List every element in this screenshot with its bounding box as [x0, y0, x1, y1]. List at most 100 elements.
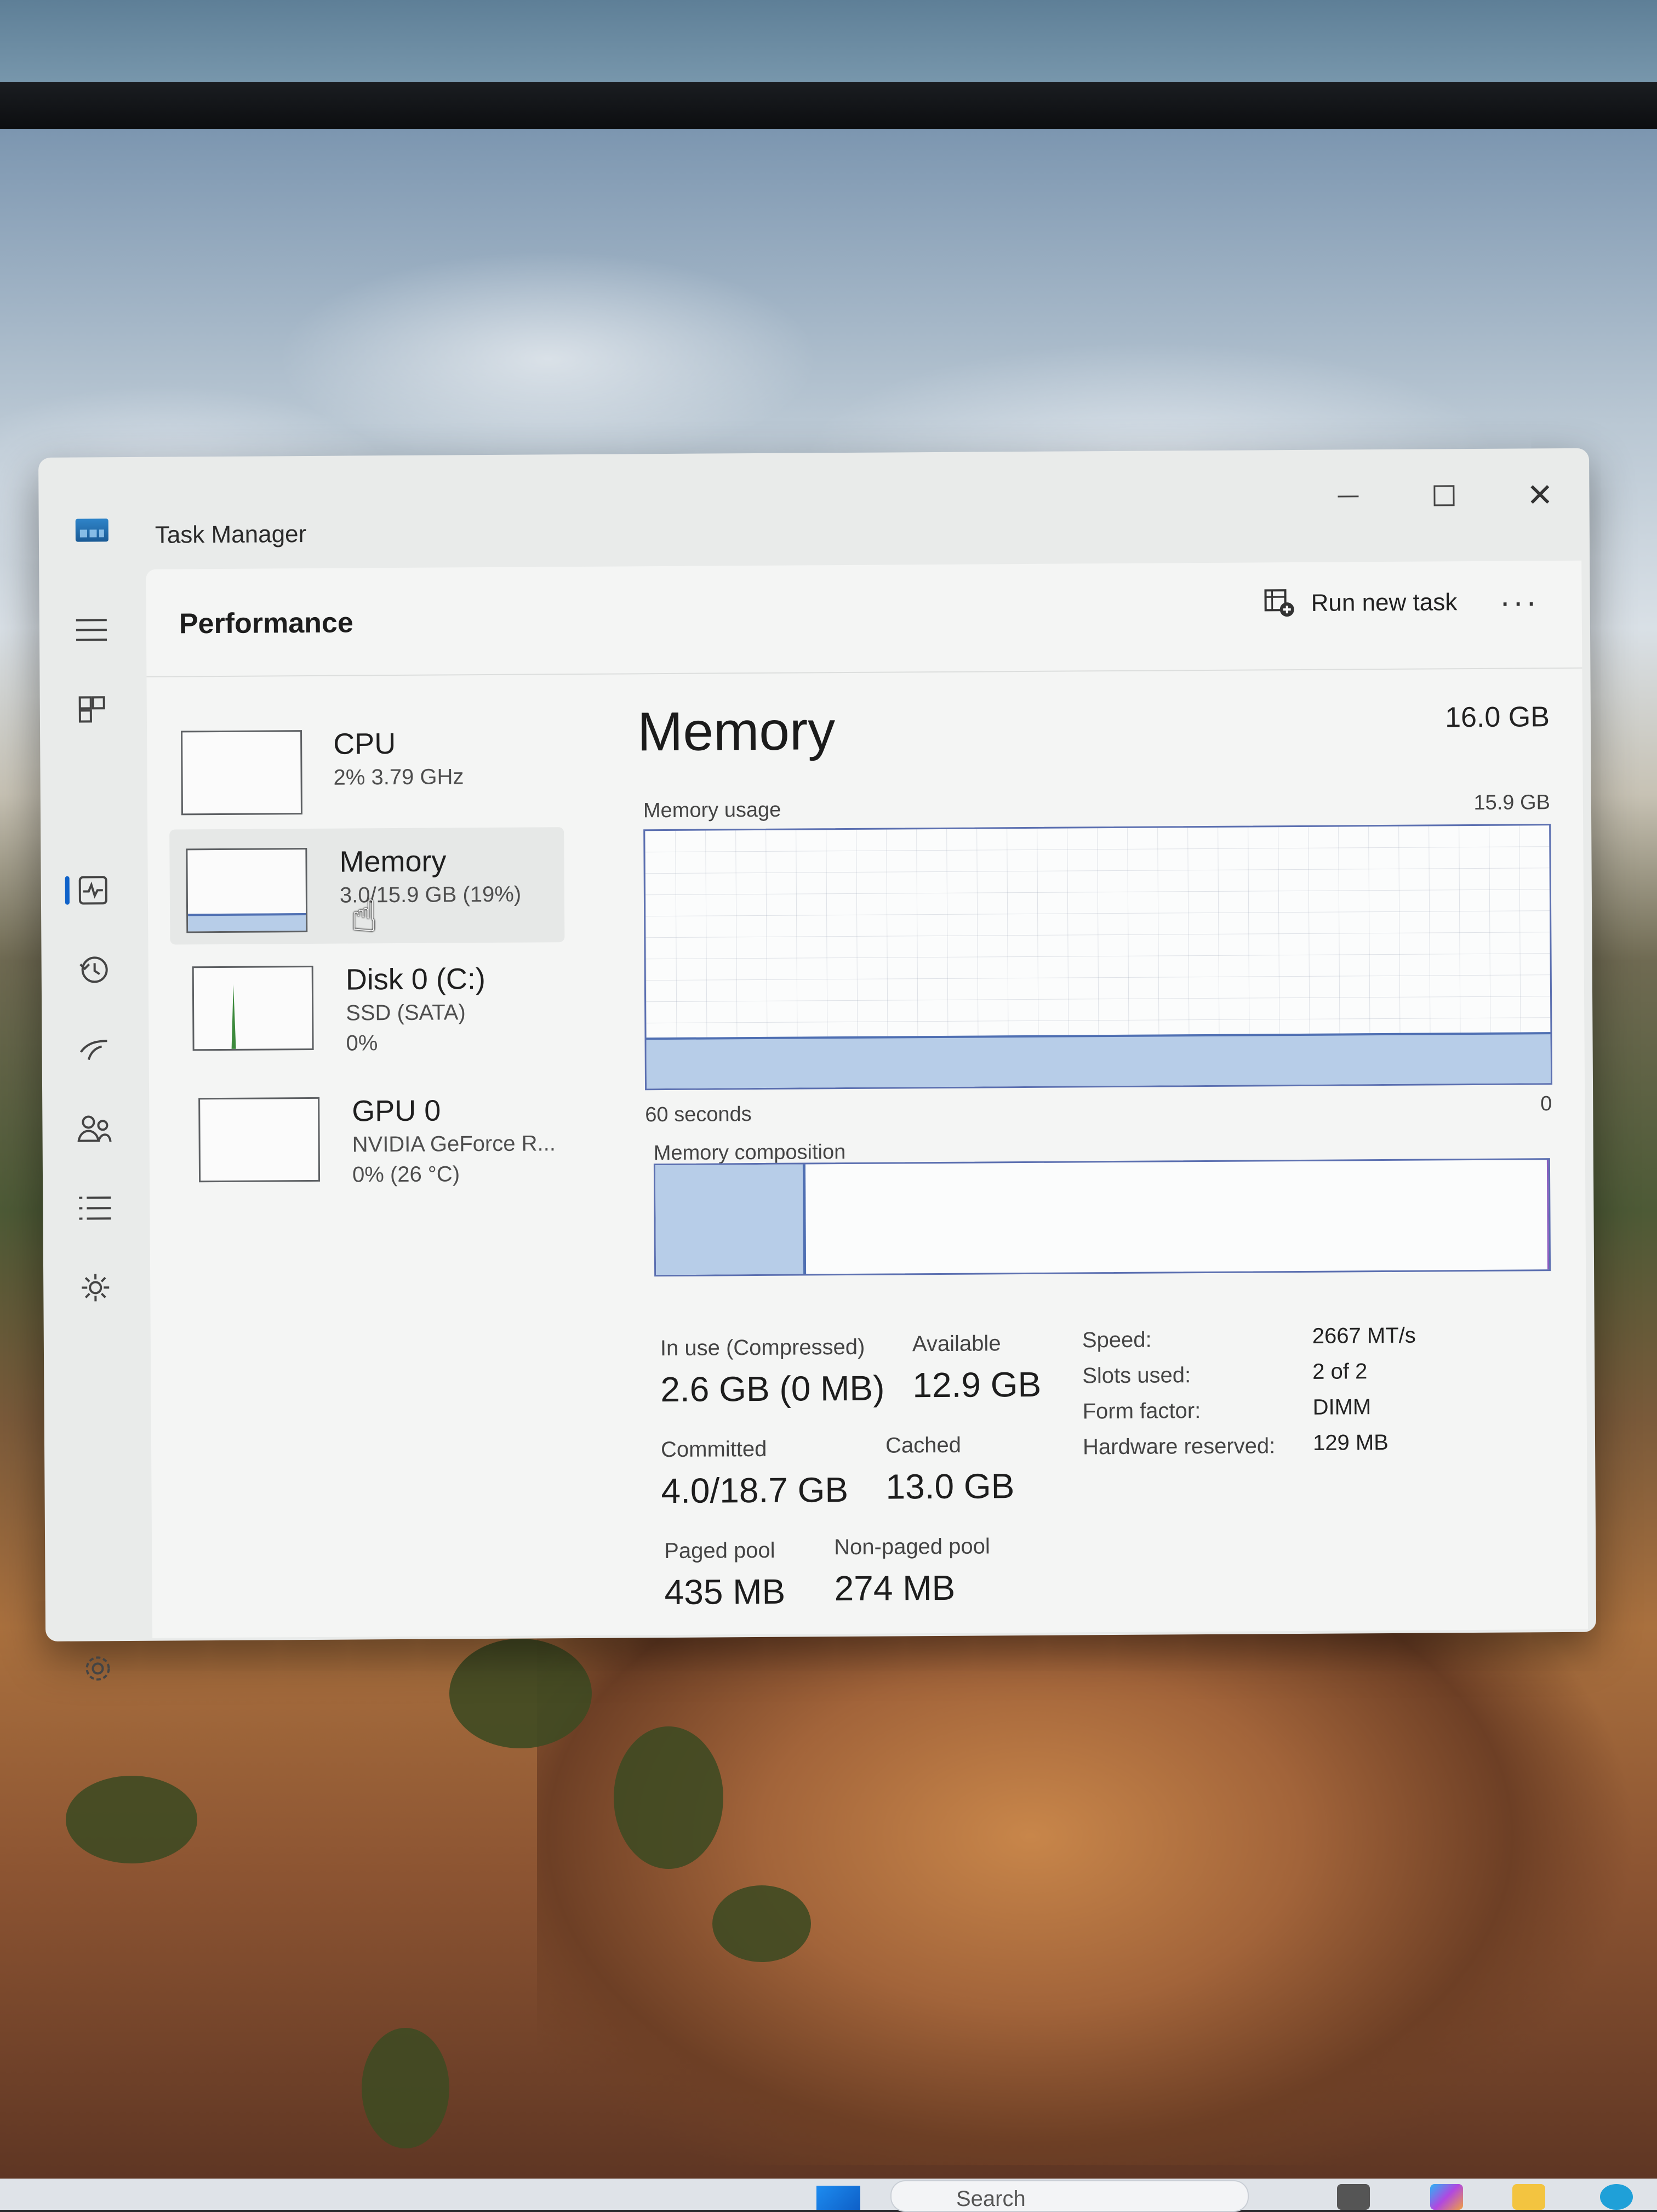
committed-label: Committed: [660, 1436, 767, 1462]
close-icon: ✕: [1526, 477, 1553, 514]
app-history-icon: [79, 956, 108, 983]
hand-cursor-icon: ☝: [351, 892, 378, 940]
file-explorer-icon[interactable]: [1512, 2184, 1545, 2210]
nav-rail: [61, 550, 143, 1681]
committed-value: 4.0/18.7 GB: [661, 1470, 849, 1511]
wallpaper-shrub: [449, 1639, 592, 1748]
in-use-value: 2.6 GB (0 MB): [660, 1368, 885, 1410]
hardware-reserved-value: 129 MB: [1312, 1430, 1389, 1455]
minimize-button[interactable]: [1315, 471, 1381, 521]
resource-cpu[interactable]: CPU 2% 3.79 GHz: [169, 709, 564, 826]
taskbar-search-label: Search: [956, 2187, 1026, 2211]
nav-startup-apps[interactable]: [64, 1024, 124, 1074]
resource-gpu[interactable]: GPU 0 NVIDIA GeForce R... 0% (26 °C): [171, 1076, 566, 1194]
resource-detail: 0% (26 °C): [352, 1162, 460, 1187]
page-title: Performance: [179, 607, 353, 640]
slots-used-value: 2 of 2: [1312, 1359, 1368, 1384]
taskbar-app-icon[interactable]: [1337, 2184, 1370, 2210]
resource-name: Memory: [339, 845, 447, 879]
nav-users[interactable]: [64, 1104, 125, 1154]
non-paged-pool-value: 274 MB: [834, 1567, 956, 1609]
more-options-button[interactable]: ···: [1499, 583, 1539, 620]
resource-detail: SSD (SATA): [346, 1000, 466, 1025]
nav-services[interactable]: [65, 1263, 126, 1313]
window-title: Task Manager: [155, 521, 307, 549]
header-divider: [146, 667, 1582, 677]
wallpaper-cliff: [537, 1617, 1657, 2165]
resource-detail: 2% 3.79 GHz: [333, 765, 464, 790]
hardware-reserved-label: Hardware reserved:: [1082, 1434, 1276, 1460]
users-icon: [77, 1115, 112, 1142]
close-button[interactable]: ✕: [1507, 470, 1573, 520]
wall-above-monitor: [0, 0, 1657, 88]
cpu-thumbnail-graph: [181, 730, 302, 816]
cached-value: 13.0 GB: [885, 1466, 1015, 1507]
gpu-thumbnail-graph: [198, 1097, 321, 1183]
processes-icon: [78, 696, 105, 723]
memory-composition-label: Memory composition: [653, 1141, 846, 1165]
run-new-task-button[interactable]: Run new task: [1264, 583, 1457, 623]
start-icon[interactable]: [816, 2186, 860, 2210]
run-new-task-label: Run new task: [1311, 589, 1458, 617]
graph-axis-right: 0: [1540, 1092, 1552, 1116]
performance-icon: [78, 876, 107, 905]
slots-used-label: Slots used:: [1082, 1363, 1191, 1388]
nav-processes[interactable]: [62, 685, 123, 734]
monitor-bezel: [0, 82, 1657, 134]
wallpaper-shrub: [66, 1776, 197, 1863]
copilot-icon[interactable]: [1430, 2184, 1463, 2210]
services-icon: [82, 1274, 110, 1302]
hamburger-menu-button[interactable]: [61, 605, 122, 655]
nav-details[interactable]: [65, 1183, 125, 1233]
run-new-task-icon: [1264, 589, 1294, 617]
wallpaper-shrub: [362, 2028, 449, 2148]
nav-app-history[interactable]: [63, 945, 124, 995]
resource-title: Memory: [637, 700, 836, 763]
nav-settings[interactable]: [67, 1644, 128, 1694]
resource-detail: 0%: [346, 1031, 378, 1056]
speed-label: Speed:: [1082, 1327, 1152, 1353]
nav-performance[interactable]: [63, 865, 124, 915]
form-factor-label: Form factor:: [1082, 1399, 1201, 1424]
memory-usage-label: Memory usage: [643, 798, 781, 823]
taskbar-search-box[interactable]: [890, 2180, 1249, 2212]
resource-name: CPU: [333, 727, 396, 761]
resource-disk[interactable]: Disk 0 (C:) SSD (SATA) 0%: [170, 945, 565, 1062]
hamburger-menu-icon: [76, 619, 107, 641]
composition-in-use: [655, 1164, 807, 1275]
memory-thumbnail-fill: [188, 913, 306, 932]
startup-apps-icon: [79, 1040, 107, 1061]
settings-icon: [85, 1656, 110, 1681]
memory-total: 16.0 GB: [1444, 701, 1550, 734]
graph-axis-left: 60 seconds: [645, 1103, 752, 1127]
form-factor-value: DIMM: [1312, 1395, 1372, 1419]
wallpaper-shrub: [614, 1726, 723, 1869]
disk-thumbnail-graph: [192, 965, 314, 1051]
paged-pool-value: 435 MB: [664, 1571, 786, 1612]
edge-icon[interactable]: [1600, 2184, 1633, 2210]
memory-composition-bar: [653, 1158, 1551, 1277]
task-manager-window: Task Manager ✕ Performance Run new task …: [38, 448, 1597, 1681]
composition-modified: [1540, 1160, 1550, 1270]
minimize-icon: [1338, 495, 1359, 498]
memory-usage-graph: [643, 824, 1553, 1091]
resource-name: GPU 0: [352, 1094, 441, 1128]
available-value: 12.9 GB: [912, 1364, 1042, 1405]
memory-usage-max: 15.9 GB: [1473, 791, 1551, 815]
paged-pool-label: Paged pool: [664, 1538, 775, 1564]
maximize-button[interactable]: [1411, 471, 1477, 521]
disk-activity-spike: [231, 984, 236, 1049]
in-use-label: In use (Compressed): [660, 1335, 865, 1361]
non-paged-pool-label: Non-paged pool: [834, 1534, 990, 1560]
memory-thumbnail-graph: [186, 848, 308, 933]
details-icon: [79, 1196, 111, 1220]
speed-value: 2667 MT/s: [1312, 1323, 1416, 1348]
memory-usage-fill: [646, 1031, 1551, 1089]
task-manager-app-icon: [75, 518, 108, 542]
cached-label: Cached: [885, 1433, 962, 1458]
resource-detail: NVIDIA GeForce R...: [352, 1131, 556, 1157]
maximize-icon: [1433, 485, 1455, 506]
wallpaper-shrub: [712, 1885, 811, 1962]
available-label: Available: [912, 1331, 1001, 1356]
performance-panel: Performance Run new task ··· CPU 2% 3.79…: [146, 560, 1589, 1638]
